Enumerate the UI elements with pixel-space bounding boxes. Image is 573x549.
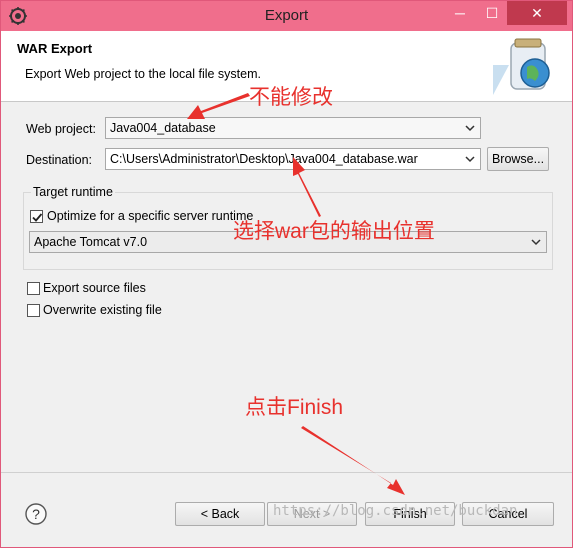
svg-text:?: ?	[32, 506, 40, 522]
annotation-choose-output: 选择war包的输出位置	[233, 220, 435, 243]
export-source-label: Export source files	[43, 281, 146, 295]
close-button[interactable]: ✕	[507, 1, 567, 25]
overwrite-checkbox[interactable]	[27, 304, 40, 317]
overwrite-label: Overwrite existing file	[43, 303, 162, 317]
destination-value: C:\Users\Administrator\Desktop\Java004_d…	[110, 152, 418, 166]
target-runtime-legend: Target runtime	[31, 185, 115, 199]
annotation-no-modify: 不能修改	[249, 86, 333, 109]
browse-button[interactable]: Browse...	[487, 147, 549, 171]
chevron-down-icon	[465, 156, 475, 163]
destination-label: Destination:	[26, 153, 93, 167]
web-project-combo[interactable]: Java004_database	[105, 117, 481, 139]
export-source-checkbox[interactable]	[27, 282, 40, 295]
maximize-button[interactable]: ☐	[477, 1, 507, 25]
web-project-label: Web project:	[26, 122, 96, 136]
runtime-value: Apache Tomcat v7.0	[34, 235, 148, 249]
checkmark-icon	[32, 213, 43, 222]
destination-combo[interactable]: C:\Users\Administrator\Desktop\Java004_d…	[105, 148, 481, 170]
optimize-checkbox[interactable]	[30, 210, 43, 223]
web-project-value: Java004_database	[110, 121, 216, 135]
annotation-click-finish: 点击Finish	[245, 396, 344, 419]
export-dialog: Export ─ ☐ ✕ WAR Export Export Web proje…	[0, 0, 573, 548]
war-export-banner-icon	[493, 38, 550, 95]
title-bar: Export ─ ☐ ✕	[1, 1, 572, 31]
chevron-down-icon	[465, 125, 475, 132]
page-title: WAR Export	[17, 41, 93, 56]
chevron-down-icon	[531, 239, 541, 246]
help-icon[interactable]: ?	[25, 503, 47, 525]
watermark: https://blog.csdn.net/buckdan	[273, 503, 518, 519]
optimize-label: Optimize for a specific server runtime	[47, 209, 254, 223]
minimize-button[interactable]: ─	[445, 1, 475, 25]
page-description: Export Web project to the local file sys…	[25, 67, 261, 81]
back-button[interactable]: < Back	[175, 502, 265, 526]
